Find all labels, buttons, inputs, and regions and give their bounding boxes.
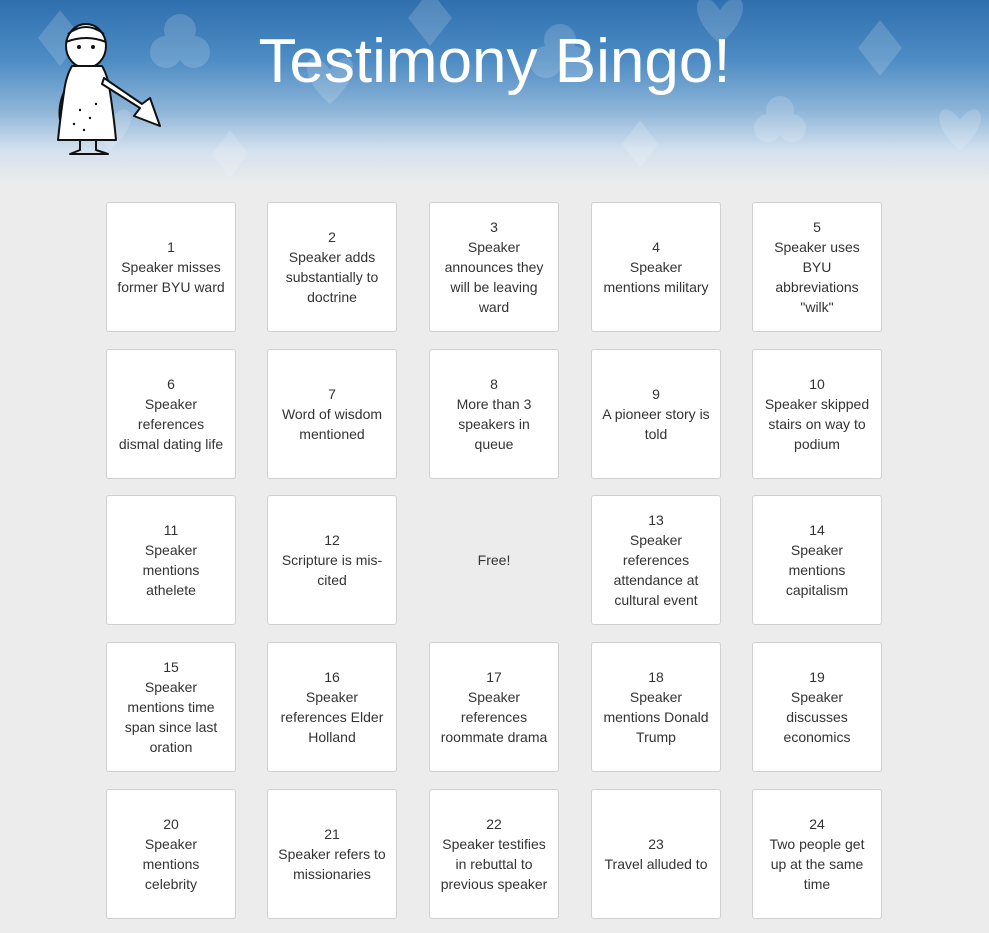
page-header: Testimony Bingo!: [0, 0, 989, 185]
card-number: 6: [167, 376, 175, 392]
card-text: Speaker announces they will be leaving w…: [444, 239, 544, 315]
card-text: Speaker refers to missionaries: [278, 846, 386, 882]
card-text: Speaker mentions time span since last or…: [124, 679, 218, 755]
card-text: Speaker references dismal dating life: [118, 396, 224, 452]
card-text: Speaker discusses economics: [783, 689, 851, 745]
card-number: 24: [809, 816, 825, 832]
bingo-card[interactable]: 13 Speaker references attendance at cultu…: [591, 495, 721, 625]
card-number: 15: [163, 659, 179, 675]
card-text: Speaker mentions Donald Trump: [603, 689, 709, 745]
bingo-card[interactable]: 5 Speaker uses BYU abbreviations "wilk": [752, 202, 882, 332]
card-text: Two people get up at the same time: [769, 836, 865, 892]
card-text: Travel alluded to: [604, 856, 708, 872]
card-text: Scripture is mis-cited: [281, 552, 383, 588]
bingo-card[interactable]: 21 Speaker refers to missionaries: [267, 789, 397, 919]
card-text: Speaker references roommate drama: [440, 689, 548, 745]
bingo-card[interactable]: 15 Speaker mentions time span since last …: [106, 642, 236, 772]
card-text: Speaker adds substantially to doctrine: [285, 249, 379, 305]
card-number: 23: [648, 836, 664, 852]
card-text: Speaker skipped stairs on way to podium: [764, 396, 870, 452]
card-number: 13: [648, 512, 664, 528]
card-text: More than 3 speakers in queue: [456, 396, 532, 452]
card-number: 12: [324, 532, 340, 548]
card-text: Speaker mentions capitalism: [785, 542, 849, 598]
card-number: 3: [490, 219, 498, 235]
card-text: Speaker testifies in rebuttal to previou…: [440, 836, 548, 892]
card-text: Speaker mentions athelete: [142, 542, 200, 598]
bingo-card[interactable]: 6 Speaker references dismal dating life: [106, 349, 236, 479]
card-text: Speaker misses former BYU ward: [117, 259, 225, 295]
card-number: 19: [809, 669, 825, 685]
card-text: Speaker uses BYU abbreviations "wilk": [774, 239, 860, 315]
bingo-card[interactable]: 10 Speaker skipped stairs on way to podiu…: [752, 349, 882, 479]
bingo-card[interactable]: 18 Speaker mentions Donald Trump: [591, 642, 721, 772]
card-text: Speaker mentions celebrity: [142, 836, 200, 892]
card-number: 11: [163, 522, 179, 538]
card-number: 2: [328, 229, 336, 245]
free-space[interactable]: Free!: [429, 495, 559, 625]
bingo-card[interactable]: 23 Travel alluded to: [591, 789, 721, 919]
card-number: 7: [328, 386, 336, 402]
bingo-card[interactable]: 20 Speaker mentions celebrity: [106, 789, 236, 919]
bingo-card[interactable]: 12 Scripture is mis-cited: [267, 495, 397, 625]
bingo-card[interactable]: 22 Speaker testifies in rebuttal to previ…: [429, 789, 559, 919]
bingo-card[interactable]: 19 Speaker discusses economics: [752, 642, 882, 772]
card-number: 14: [809, 522, 825, 538]
bingo-card[interactable]: 1 Speaker misses former BYU ward: [106, 202, 236, 332]
card-number: 16: [324, 669, 340, 685]
card-text: Speaker references attendance at cultura…: [613, 532, 699, 608]
card-text: Word of wisdom mentioned: [281, 406, 383, 442]
bingo-card[interactable]: 3 Speaker announces they will be leaving …: [429, 202, 559, 332]
card-number: 21: [324, 826, 340, 842]
card-text: A pioneer story is told: [602, 406, 710, 442]
card-number: 10: [809, 376, 825, 392]
bingo-card[interactable]: 8 More than 3 speakers in queue: [429, 349, 559, 479]
card-number: 8: [490, 376, 498, 392]
card-text: Free!: [477, 552, 511, 568]
card-number: 4: [652, 239, 660, 255]
card-text: Speaker mentions military: [603, 259, 709, 295]
card-number: 9: [652, 386, 660, 402]
card-text: Speaker references Elder Holland: [280, 689, 384, 745]
bingo-card[interactable]: 7 Word of wisdom mentioned: [267, 349, 397, 479]
card-number: 22: [486, 816, 502, 832]
bingo-card[interactable]: 2 Speaker adds substantially to doctrine: [267, 202, 397, 332]
bingo-card[interactable]: 4 Speaker mentions military: [591, 202, 721, 332]
card-number: 18: [648, 669, 664, 685]
card-number: 17: [486, 669, 502, 685]
bingo-card[interactable]: 9 A pioneer story is told: [591, 349, 721, 479]
card-number: 1: [167, 239, 175, 255]
page-title: Testimony Bingo!: [258, 27, 731, 96]
bingo-card[interactable]: 24 Two people get up at the same time: [752, 789, 882, 919]
card-number: 20: [163, 816, 179, 832]
bingo-card[interactable]: 11 Speaker mentions athelete: [106, 495, 236, 625]
card-number: 5: [813, 219, 821, 235]
bingo-card[interactable]: 17 Speaker references roommate drama: [429, 642, 559, 772]
bingo-card[interactable]: 16 Speaker references Elder Holland: [267, 642, 397, 772]
bingo-card[interactable]: 14 Speaker mentions capitalism: [752, 495, 882, 625]
